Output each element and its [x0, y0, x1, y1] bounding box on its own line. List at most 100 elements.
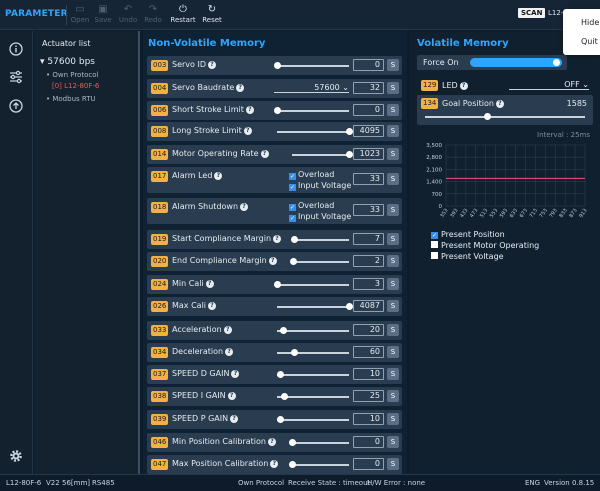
legend-present-motor-operating[interactable]: Present Motor Operating [431, 241, 539, 252]
baudrate-select[interactable]: 57600 ⌄ [274, 83, 349, 93]
quit-menu-item[interactable]: Quit [581, 37, 598, 46]
help-icon[interactable]: ? [260, 150, 269, 158]
help-icon[interactable]: ? [268, 257, 277, 265]
help-icon[interactable]: ? [208, 302, 217, 310]
save-value-button[interactable]: S [387, 346, 399, 358]
help-icon[interactable]: ? [245, 106, 254, 114]
help-icon[interactable]: ? [459, 82, 468, 90]
help-icon[interactable]: ? [225, 348, 234, 356]
alarm-checkbox[interactable]: ✓ Overload [289, 170, 334, 180]
slider-knob[interactable] [346, 303, 353, 310]
status-language[interactable]: ENG [525, 479, 540, 487]
value-field[interactable]: 0 [353, 59, 384, 71]
param-slider[interactable] [276, 371, 349, 378]
param-slider[interactable] [277, 327, 349, 334]
slider-knob[interactable] [346, 128, 353, 135]
force-on-toggle[interactable] [470, 58, 562, 67]
help-icon[interactable]: ? [230, 415, 239, 423]
value-field[interactable]: 0 [353, 436, 384, 448]
help-icon[interactable]: ? [214, 172, 223, 180]
modbus-node[interactable]: • Modbus RTU [46, 95, 96, 103]
alarm-checkbox[interactable]: ✓ Input Voltage [289, 212, 351, 222]
slider-knob[interactable] [274, 107, 281, 114]
baud-node[interactable]: ▾ 57600 bps [40, 57, 95, 67]
value-field[interactable]: 33 [353, 204, 384, 216]
info-icon[interactable] [8, 41, 24, 57]
param-slider[interactable] [277, 393, 349, 400]
value-field[interactable]: 4095 [353, 125, 384, 137]
value-field[interactable]: 3 [353, 278, 384, 290]
help-icon[interactable]: ? [236, 84, 245, 92]
save-value-button[interactable]: S [387, 278, 399, 290]
save-value-button[interactable]: S [387, 104, 399, 116]
slider-knob[interactable] [274, 62, 281, 69]
save-value-button[interactable]: S [387, 204, 399, 216]
save-value-button[interactable]: S [387, 300, 399, 312]
settings-gear-icon[interactable] [8, 448, 24, 464]
value-field[interactable]: 20 [353, 324, 384, 336]
save-value-button[interactable]: S [387, 436, 399, 448]
save-value-button[interactable]: S [387, 125, 399, 137]
help-icon[interactable]: ? [243, 127, 252, 135]
value-field[interactable]: 2 [353, 255, 384, 267]
value-field[interactable]: 0 [353, 104, 384, 116]
value-field[interactable]: 1023 [353, 148, 384, 160]
goal-position-slider[interactable] [425, 113, 585, 120]
save-value-button[interactable]: S [387, 390, 399, 402]
param-slider[interactable] [289, 258, 349, 265]
slider-knob[interactable] [276, 416, 284, 423]
save-value-button[interactable]: S [387, 148, 399, 160]
protocol-node[interactable]: • Own Protocol [46, 71, 98, 79]
slider-knob[interactable] [281, 393, 289, 400]
help-icon[interactable]: ? [207, 61, 216, 69]
param-slider[interactable] [289, 439, 349, 446]
help-icon[interactable]: ? [267, 438, 276, 446]
param-slider[interactable] [277, 303, 353, 310]
slider-knob[interactable] [484, 113, 492, 120]
help-icon[interactable]: ? [205, 280, 214, 288]
slider-knob[interactable] [346, 151, 353, 158]
value-field[interactable]: 4087 [353, 300, 384, 312]
value-field[interactable]: 10 [353, 368, 384, 380]
undo-button[interactable]: ↶ Undo [115, 3, 141, 24]
param-slider[interactable] [292, 151, 353, 158]
save-value-button[interactable]: S [387, 324, 399, 336]
slider-knob[interactable] [276, 371, 284, 378]
slider-knob[interactable] [279, 327, 287, 334]
slider-knob[interactable] [291, 349, 299, 356]
save-value-button[interactable]: S [387, 173, 399, 185]
help-icon[interactable]: ? [223, 326, 232, 334]
help-icon[interactable]: ? [240, 203, 249, 211]
param-slider[interactable] [289, 461, 349, 468]
help-icon[interactable]: ? [231, 370, 240, 378]
led-select[interactable]: OFF ⌄ [509, 80, 589, 90]
help-icon[interactable]: ? [273, 235, 282, 243]
slider-knob[interactable] [289, 258, 297, 265]
param-slider[interactable] [276, 416, 349, 423]
save-value-button[interactable]: S [387, 413, 399, 425]
hide-menu-item[interactable]: Hide [581, 18, 599, 27]
alarm-checkbox[interactable]: ✓ Overload [289, 201, 334, 211]
save-value-button[interactable]: S [387, 255, 399, 267]
save-value-button[interactable]: S [387, 59, 399, 71]
legend-present-position[interactable]: ✓ Present Position [431, 230, 539, 241]
value-field[interactable]: 0 [353, 458, 384, 470]
restart-button[interactable]: ⏻ Restart [168, 3, 198, 24]
alarm-checkbox[interactable]: ✓ Input Voltage [289, 181, 351, 191]
reset-button[interactable]: ↻ Reset [198, 3, 226, 24]
save-button[interactable]: ▣ Save [90, 3, 116, 24]
save-value-button[interactable]: S [387, 368, 399, 380]
slider-knob[interactable] [274, 281, 281, 288]
value-field[interactable]: 10 [353, 413, 384, 425]
value-field[interactable]: 32 [353, 82, 384, 94]
slider-knob[interactable] [289, 461, 296, 468]
help-icon[interactable]: ? [227, 392, 236, 400]
device-node[interactable]: [0] L12-80F-6 [52, 82, 99, 90]
param-slider[interactable] [290, 236, 349, 243]
upload-icon[interactable] [8, 98, 24, 114]
help-icon[interactable]: ? [270, 460, 279, 468]
save-value-button[interactable]: S [387, 233, 399, 245]
sliders-icon[interactable] [8, 69, 24, 85]
scan-button[interactable]: SCAN [518, 8, 546, 18]
value-field[interactable]: 60 [353, 346, 384, 358]
